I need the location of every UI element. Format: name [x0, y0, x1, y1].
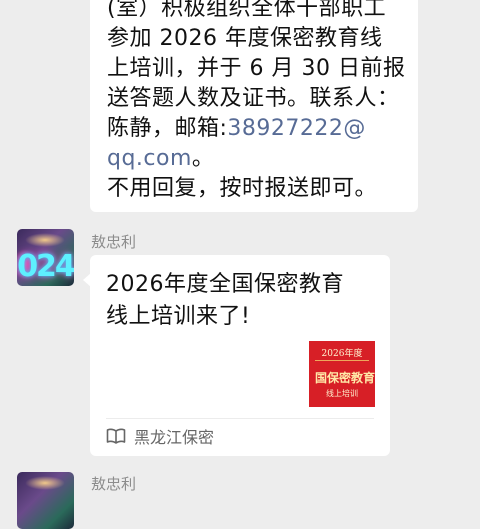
sender-avatar[interactable]: 024: [17, 229, 74, 286]
message-line: 参加 2026 年度保密教育线: [107, 26, 383, 51]
avatar-glow: [25, 476, 65, 490]
message-text: 。: [191, 146, 215, 171]
email-link[interactable]: 38927222@: [227, 116, 365, 141]
sender-avatar[interactable]: [17, 472, 74, 529]
sender-name: 敖忠利: [91, 233, 137, 251]
message-line: 送答题人数及证书。联系人：: [107, 86, 400, 111]
message-line: 不用回复，按时报送即可。: [107, 176, 378, 201]
message-line: 陈静，邮箱:38927222@: [107, 114, 410, 144]
book-icon: [106, 428, 126, 444]
avatar-glow: [25, 233, 65, 247]
sender-name: 敖忠利: [91, 475, 137, 493]
article-title: 2026年度全国保密教育线上培训来了!: [106, 272, 344, 329]
article-source[interactable]: 黑龙江保密: [106, 424, 214, 448]
message-bubble-text[interactable]: (室）积极组织全体干部职工 参加 2026 年度保密教育线 上培训，并于 6 月…: [90, 0, 418, 212]
message-line: 上培训，并于 6 月 30 日前报: [107, 56, 406, 81]
card-divider: [106, 418, 374, 419]
thumbnail-sub-text: 线上培训: [326, 389, 358, 398]
thumbnail-year-text: 2026年度: [321, 349, 363, 359]
thumbnail-divider: [315, 360, 369, 361]
article-thumbnail: 2026年度 国保密教育 线上培训: [309, 341, 375, 407]
message-line: (室）积极组织全体干部职工: [107, 0, 387, 21]
avatar-2024-neon-icon: 024: [17, 249, 74, 284]
source-name: 黑龙江保密: [134, 428, 215, 447]
message-line: qq.com。: [107, 144, 410, 174]
article-card[interactable]: 2026年度全国保密教育线上培训来了! 2026年度 国保密教育 线上培训 黑龙…: [90, 255, 390, 456]
thumbnail-main-text: 国保密教育: [314, 371, 375, 385]
email-link-domain[interactable]: qq.com: [107, 146, 192, 171]
message-text: 陈静，邮箱:: [107, 116, 228, 141]
